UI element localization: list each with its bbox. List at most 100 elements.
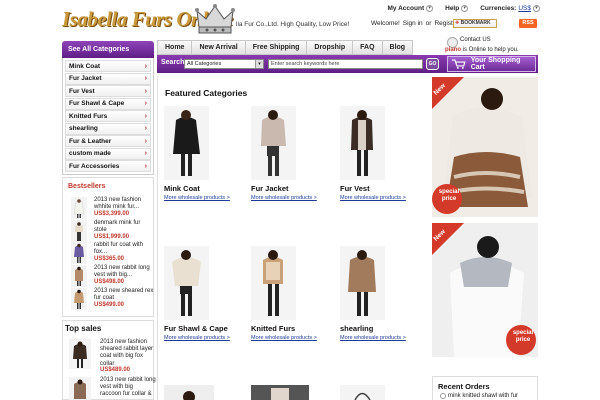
chevron-right-icon: › [144,75,147,82]
more-wholesale-link[interactable]: More wholesale products > [340,335,406,341]
welcome-text: Welcome! [371,20,400,27]
sidebar-item-fur-jacket[interactable]: Fur Jacket › [65,72,151,85]
sidebar-item-label: Fur Vest [69,87,95,95]
product-price: US$489.00 [100,367,131,373]
category-photo[interactable] [340,246,385,320]
bookmark-button[interactable]: ✚ BOOKMARK [453,19,497,28]
help-menu[interactable]: Help ▾ [445,2,469,14]
category-sidebar: See All Categories Mink Coat › Fur Jacket… [62,41,154,175]
agent-name: piano [445,47,461,53]
nav-tab-dropship[interactable]: Dropship [306,40,353,55]
nav-tab-faq[interactable]: FAQ [352,40,382,55]
bestsellers-title: Bestsellers [68,183,106,190]
category-photo[interactable] [251,246,296,320]
category-photo[interactable] [164,106,209,180]
chevron-right-icon: › [144,62,147,70]
my-account-menu[interactable]: My Account ▾ [388,2,434,14]
cart-icon [452,59,466,69]
top-sales-box: Top sales 2013 new fashion sheared rabbi… [62,320,156,400]
site-logo[interactable]: Isabella Furs Online [62,2,233,36]
chevron-down-icon: ▾ [461,4,469,12]
logo-text: Isabella Furs Online [62,7,233,31]
category-name[interactable]: Mink Coat [164,184,200,193]
category-name[interactable]: Knitted Furs [251,324,295,333]
chevron-right-icon: › [144,137,147,145]
list-item[interactable]: mink knitted shawl with fur [440,393,518,399]
shopping-cart-button[interactable]: Your Shopping Cart [447,56,536,72]
bestsellers-box: Bestsellers 2013 new fashion whhite mink… [62,177,154,317]
product-name[interactable]: 2013 new fashion sheared rabbit layer co… [100,339,156,368]
sidebar-item-custom-made[interactable]: custom made › [65,147,151,160]
product-thumbnail[interactable] [69,377,91,400]
nav-tab-blog[interactable]: Blog [381,40,414,55]
product-thumbnail[interactable] [69,339,91,369]
category-photo[interactable] [164,246,209,320]
product-price: US$365.00 [94,256,125,262]
recent-order-name[interactable]: mink knitted shawl with fur [448,393,518,399]
sidebar-item-label: Fur Accessories [69,162,120,170]
sidebar-item-fur-vest[interactable]: Fur Vest › [65,85,151,97]
main-nav: Home New Arrival Free Shipping Dropship … [157,40,414,55]
sidebar-item-mink-coat[interactable]: Mink Coat › [65,60,151,72]
category-photo[interactable] [340,106,385,180]
online-status-text: is Online to help you. [461,47,519,53]
category-select-value: All Categories [187,61,222,67]
more-wholesale-link[interactable]: More wholesale products > [251,335,317,341]
sidebar-item-shearling[interactable]: shearling › [65,122,151,135]
sidebar-item-label: Mink Coat [69,62,101,70]
online-status: piano is Online to help you. [445,47,519,53]
search-go-button[interactable]: GO [426,58,439,70]
product-thumbnail[interactable] [71,197,87,219]
more-wholesale-link[interactable]: More wholesale products > [164,195,230,201]
sidebar-item-knitted-furs[interactable]: Knitted Furs › [65,110,151,122]
product-name[interactable]: 2013 new fashion whhite mink fur... [94,197,154,211]
currency-menu[interactable]: Currencies: US$ ▾ [480,2,540,14]
category-photo[interactable] [251,385,309,400]
nav-tab-home[interactable]: Home [157,40,192,55]
product-price: US$1,999.00 [94,234,130,240]
product-name[interactable]: denmark mink fur stole [94,220,154,234]
top-menu-bar: My Account ▾ Help ▾ Currencies: US$ ▾ [388,2,540,14]
see-all-categories[interactable]: See All Categories [62,41,154,58]
sidebar-item-label: Fur Shawl & Cape [69,100,125,107]
nav-tab-free-shipping[interactable]: Free Shipping [244,40,307,55]
rss-button[interactable]: RSS [519,19,537,28]
category-photo[interactable] [164,385,214,400]
search-input[interactable]: Enter search keywords here [268,59,423,69]
chevron-right-icon: › [144,100,147,107]
category-name[interactable]: shearling [340,324,373,333]
bookmark-icon: ✚ [455,20,460,26]
more-wholesale-link[interactable]: More wholesale products > [340,195,406,201]
chevron-down-icon: ▾ [426,4,434,12]
or-text: or [425,20,432,27]
nav-tab-new-arrival[interactable]: New Arrival [191,40,245,55]
tagline: lla Fur Co.,Ltd. High Quality, Low Price… [236,21,350,28]
sidebar-item-fur-accessories[interactable]: Fur Accessories › [65,160,151,172]
category-name[interactable]: Fur Vest [340,184,370,193]
category-photo[interactable] [340,385,385,400]
product-thumbnail[interactable] [71,265,87,287]
more-wholesale-link[interactable]: More wholesale products > [164,335,230,341]
category-photo[interactable] [251,106,296,180]
sidebar-item-fur-shawl-cape[interactable]: Fur Shawl & Cape › [65,97,151,110]
chevron-down-icon: ▾ [255,60,263,68]
sidebar-item-label: Fur Jacket [69,75,102,82]
category-name[interactable]: Fur Shawl & Cape [164,324,228,333]
currency-value[interactable]: US$ [518,5,531,12]
recent-orders-box: Recent Orders mink knitted shawl with fu… [432,376,538,400]
recent-orders-title: Recent Orders [438,382,490,391]
category-select[interactable]: All Categories ▾ [184,59,264,69]
product-name[interactable]: 2013 new sheared rex fur coat [94,288,154,302]
sidebar-item-label: custom made [69,150,111,157]
chevron-right-icon: › [144,162,147,170]
sign-in-link[interactable]: Sign in [403,20,423,27]
product-name[interactable]: 2013 new rabbit long vest with big... [94,265,154,279]
product-name[interactable]: rabbit fur coat with fox... [94,242,154,256]
product-name[interactable]: 2013 new rabbit long vest with big racco… [100,377,156,399]
more-wholesale-link[interactable]: More wholesale products > [251,195,317,201]
product-thumbnail[interactable] [71,242,87,264]
product-thumbnail[interactable] [71,288,87,310]
category-name[interactable]: Fur Jacket [251,184,289,193]
sidebar-item-fur-leather[interactable]: Fur & Leather › [65,135,151,147]
product-thumbnail[interactable] [71,220,87,242]
